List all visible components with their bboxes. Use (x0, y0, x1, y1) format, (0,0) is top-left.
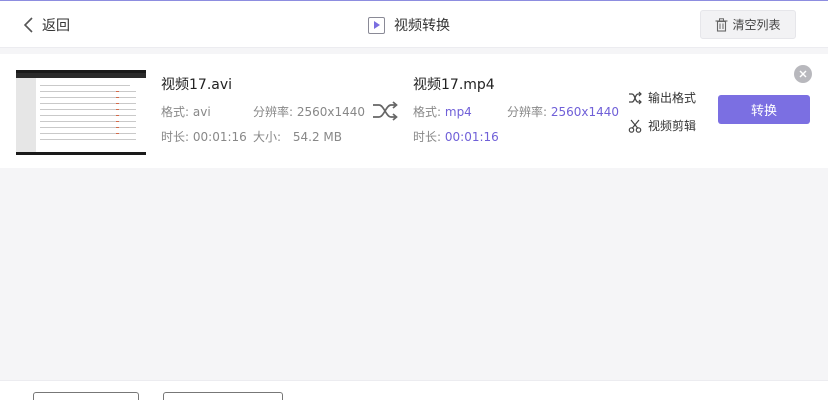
source-duration: 时长: 00:01:16 (161, 128, 247, 145)
target-resolution: 分辨率: 2560x1440 (507, 103, 619, 120)
chevron-left-icon (23, 17, 33, 33)
target-format: 格式: mp4 (413, 103, 472, 120)
target-resolution-value: 2560x1440 (550, 105, 620, 119)
footer-button-right[interactable] (163, 392, 283, 400)
page-title: 视频转换 (368, 13, 450, 37)
source-resolution-label: 分辨率: (253, 105, 294, 119)
header-bar: 返回 视频转换 清空列表 (0, 0, 828, 48)
shuffle-icon (629, 91, 642, 104)
source-format: 格式: avi (161, 103, 211, 120)
remove-file-button[interactable] (794, 65, 812, 83)
video-edit-label: 视频剪辑 (648, 119, 697, 133)
target-file-name: 视频17.mp4 (413, 77, 495, 93)
source-size: 大小: 54.2 MB (253, 128, 342, 145)
video-thumbnail[interactable] (16, 70, 146, 155)
trash-icon (715, 17, 728, 32)
source-size-value: 54.2 MB (292, 130, 342, 144)
source-format-label: 格式: (161, 105, 190, 119)
clear-list-label: 清空列表 (732, 18, 781, 32)
page-title-text: 视频转换 (394, 18, 450, 34)
footer-bar (0, 380, 828, 400)
target-duration-value: 00:01:16 (444, 130, 499, 144)
output-format-label: 输出格式 (648, 91, 697, 105)
source-size-label: 大小: (253, 130, 282, 144)
source-resolution: 分辨率: 2560x1440 (253, 103, 365, 120)
source-format-value: avi (192, 105, 211, 119)
target-format-label: 格式: (413, 105, 442, 119)
scissors-icon (628, 119, 642, 133)
close-icon (799, 70, 807, 78)
target-resolution-label: 分辨率: (507, 105, 548, 119)
source-resolution-value: 2560x1440 (296, 105, 366, 119)
footer-button-left[interactable] (33, 392, 139, 400)
output-format-button[interactable]: 输出格式 (628, 89, 696, 106)
play-icon (368, 16, 385, 34)
shuffle-icon (373, 101, 398, 121)
file-item-card: 视频17.avi 格式: avi 分辨率: 2560x1440 时长: 00:0… (0, 54, 828, 168)
source-duration-value: 00:01:16 (192, 130, 247, 144)
source-duration-label: 时长: (161, 130, 190, 144)
target-duration: 时长: 00:01:16 (413, 128, 499, 145)
clear-list-button[interactable]: 清空列表 (700, 10, 796, 39)
video-converter-window: 返回 视频转换 清空列表 视频17.avi 格式: avi 分辨率: 2560x… (0, 0, 828, 400)
convert-button[interactable]: 转换 (718, 95, 810, 124)
target-format-value: mp4 (444, 105, 472, 119)
back-button[interactable]: 返回 (22, 13, 70, 37)
target-duration-label: 时长: (413, 130, 442, 144)
source-file-name: 视频17.avi (161, 77, 233, 93)
video-edit-button[interactable]: 视频剪辑 (628, 117, 696, 134)
back-label: 返回 (42, 18, 70, 34)
